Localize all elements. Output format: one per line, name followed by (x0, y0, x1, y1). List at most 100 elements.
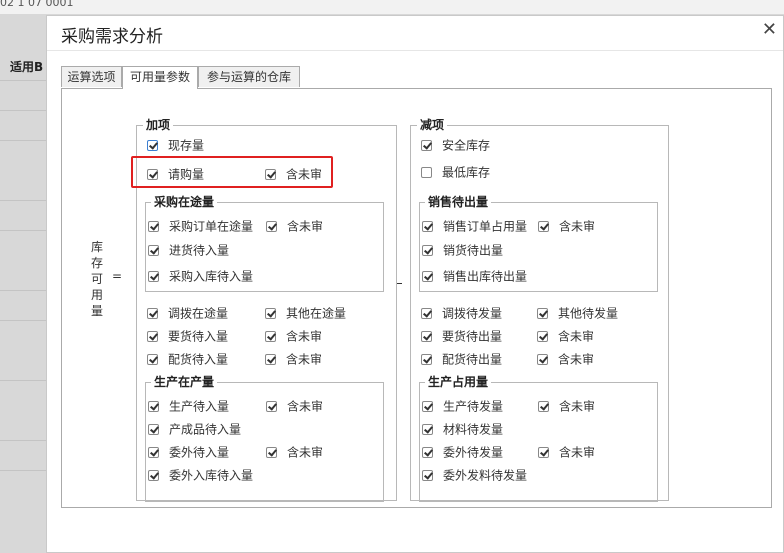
checkbox-label: 销售出库待出量 (443, 269, 528, 284)
checkbox-label: 配货待入量 (168, 352, 229, 367)
check-icon (148, 447, 159, 458)
check-icon (538, 401, 549, 412)
background-row-line (0, 290, 46, 291)
check-icon (148, 245, 159, 256)
checkbox-label: 其他待发量 (558, 306, 619, 321)
checkbox-label: 生产待发量 (443, 399, 504, 414)
checkbox-purchase-receipt[interactable]: 采购入库待入量 (148, 268, 253, 284)
checkbox-label: 含未审 (286, 329, 323, 344)
background-row-line (0, 140, 46, 141)
checkbox-label: 进货待入量 (169, 243, 230, 258)
checkbox-other-in-transit[interactable]: 其他在途量 (265, 305, 346, 321)
checkbox-production-pending[interactable]: 生产待发量 (422, 398, 503, 414)
check-icon (265, 331, 276, 342)
checkbox-outsource-pending[interactable]: 委外待发量 (422, 444, 503, 460)
vertical-char: 用 (90, 288, 103, 302)
check-icon (537, 354, 548, 365)
check-icon (422, 424, 433, 435)
background-row-line (0, 110, 46, 111)
title-divider (47, 50, 783, 51)
check-icon (422, 470, 433, 481)
sales-pending-legend: 销售待出量 (425, 195, 492, 209)
check-icon (422, 245, 433, 256)
checkbox-distribution-pending[interactable]: 配货待出量 (421, 351, 502, 367)
checkbox-label: 采购订单在途量 (169, 219, 254, 234)
checkbox-production-pending-unaudited[interactable]: 含未审 (538, 398, 595, 414)
check-icon (265, 308, 276, 319)
check-icon (148, 401, 159, 412)
check-icon (422, 401, 433, 412)
check-icon (421, 354, 432, 365)
check-icon (148, 271, 159, 282)
checkbox-distribution-pending-unaudited[interactable]: 含未审 (537, 351, 594, 367)
background-row-line (0, 200, 46, 201)
checkbox-label: 最低库存 (442, 165, 491, 180)
checkbox-label: 委外入库待入量 (169, 468, 254, 483)
checkbox-request-pending[interactable]: 要货待出量 (421, 328, 502, 344)
checkbox-outsource-receipt[interactable]: 委外入库待入量 (148, 467, 253, 483)
checkbox-po-in-transit[interactable]: 采购订单在途量 (148, 218, 253, 234)
close-icon[interactable]: ✕ (762, 20, 777, 40)
checkbox-label: 含未审 (558, 352, 595, 367)
checkbox-other-pending[interactable]: 其他待发量 (537, 305, 618, 321)
checkbox-distribution-incoming-unaudited[interactable]: 含未审 (265, 351, 322, 367)
background-column-header: 适用B (10, 60, 44, 74)
checkbox-sales-outbound[interactable]: 销售出库待出量 (422, 268, 527, 284)
checkbox-delivery-pending[interactable]: 销货待出量 (422, 242, 503, 258)
check-icon (148, 221, 159, 232)
check-icon (266, 447, 277, 458)
vertical-char: 可 (90, 272, 103, 286)
tab-warehouses[interactable]: 参与运算的仓库 (198, 66, 300, 87)
checkbox-empty-icon (421, 167, 432, 178)
checkbox-production-incoming-unaudited[interactable]: 含未审 (266, 398, 323, 414)
checkbox-request-pending-unaudited[interactable]: 含未审 (537, 328, 594, 344)
checkbox-incoming[interactable]: 进货待入量 (148, 242, 229, 258)
check-icon (421, 140, 432, 151)
checkbox-production-incoming[interactable]: 生产待入量 (148, 398, 229, 414)
checkbox-label: 其他在途量 (286, 306, 347, 321)
checkbox-label: 含未审 (286, 352, 323, 367)
checkbox-label: 含未审 (558, 329, 595, 344)
tab-calculation-options[interactable]: 运算选项 (61, 66, 122, 87)
check-icon (422, 447, 433, 458)
check-icon (538, 447, 549, 458)
checkbox-distribution-incoming[interactable]: 配货待入量 (147, 351, 228, 367)
purchase-demand-dialog: 采购需求分析 ✕ 运算选项 可用量参数 参与运算的仓库 库 存 可 用 量 = … (46, 15, 784, 553)
checkbox-outsource-pending-unaudited[interactable]: 含未审 (538, 444, 595, 460)
tab-available-quantity-params[interactable]: 可用量参数 (122, 66, 198, 89)
inventory-available-label: 库 存 可 用 量 (90, 239, 104, 319)
check-icon (147, 308, 158, 319)
checkbox-onhand[interactable]: 现存量 (147, 137, 204, 153)
checkbox-so-unaudited[interactable]: 含未审 (538, 218, 595, 234)
checkbox-label: 销货待出量 (443, 243, 504, 258)
checkbox-min-stock[interactable]: 最低库存 (421, 164, 490, 180)
checkbox-request-incoming[interactable]: 要货待入量 (147, 328, 228, 344)
production-in-process-legend: 生产在产量 (151, 375, 218, 389)
highlight-box (131, 156, 333, 188)
checkbox-transfer-in-transit[interactable]: 调拨在途量 (147, 305, 228, 321)
checkbox-outsource-incoming-unaudited[interactable]: 含未审 (266, 444, 323, 460)
checkbox-outsource-incoming[interactable]: 委外待入量 (148, 444, 229, 460)
checkbox-label: 委外待入量 (169, 445, 230, 460)
checkbox-material-pending[interactable]: 材料待发量 (422, 421, 503, 437)
production-usage-group: 生产占用量 生产待发量 含未审 材料待发量 委外待发量 含未审 委外发料待发量 (419, 375, 658, 502)
checkbox-finished-incoming[interactable]: 产成品待入量 (148, 421, 241, 437)
check-icon (537, 308, 548, 319)
dialog-title: 采购需求分析 (61, 27, 163, 47)
checkbox-label: 含未审 (559, 399, 596, 414)
background-row-line (0, 470, 46, 471)
checkbox-so-occupied[interactable]: 销售订单占用量 (422, 218, 527, 234)
available-quantity-panel: 库 存 可 用 量 = 加项 现存量 请购量 含未审 采购在途量 采购订单在途量… (61, 88, 772, 508)
check-icon (422, 221, 433, 232)
checkbox-label: 委外发料待发量 (443, 468, 528, 483)
background-row-line (0, 80, 46, 81)
checkbox-outsource-material-pending[interactable]: 委外发料待发量 (422, 467, 527, 483)
checkbox-request-incoming-unaudited[interactable]: 含未审 (265, 328, 322, 344)
checkbox-po-unaudited[interactable]: 含未审 (266, 218, 323, 234)
checkbox-label: 含未审 (287, 399, 324, 414)
checkbox-transfer-pending[interactable]: 调拨待发量 (421, 305, 502, 321)
check-icon (148, 424, 159, 435)
checkbox-label: 委外待发量 (443, 445, 504, 460)
checkbox-safety-stock[interactable]: 安全库存 (421, 137, 490, 153)
checkbox-label: 要货待入量 (168, 329, 229, 344)
